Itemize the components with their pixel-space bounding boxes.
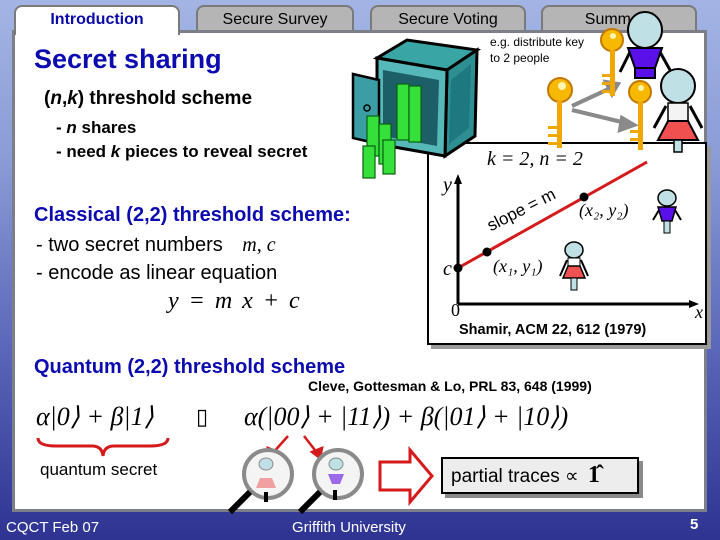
- quantum-secret-label: quantum secret: [40, 460, 158, 479]
- safe-icon: [351, 38, 482, 179]
- partial-traces-label: partial traces ∝: [451, 466, 579, 487]
- curly-brace-icon: [36, 437, 170, 457]
- tab-secure-survey[interactable]: Secure Survey: [196, 5, 354, 33]
- slide-title: Secret sharing: [34, 44, 222, 74]
- classical-bullet1-text: - two secret numbers: [36, 234, 223, 256]
- magnifier-illustration: [227, 435, 434, 515]
- bullet1-text: shares: [76, 118, 137, 137]
- classical-bullet1-vars: m, c: [242, 234, 276, 256]
- linear-equation: y = m x + c: [168, 288, 300, 314]
- arrow-icon: [571, 79, 639, 134]
- classical-heading: Classical (2,2) threshold scheme:: [34, 204, 351, 226]
- threshold-heading-k: k: [67, 88, 78, 109]
- classical-bullet-linear-equation: - encode as linear equation: [36, 262, 278, 284]
- person-pink-small-icon: [559, 241, 589, 291]
- key-main-icon: [547, 77, 573, 148]
- classical-bullet-secret-numbers: - two secret numbers m, c: [36, 234, 276, 257]
- threshold-heading-n: n: [50, 88, 62, 109]
- person-pink-icon: [652, 68, 704, 153]
- intercept-point: [453, 263, 463, 273]
- mapping-symbol: ▯: [196, 404, 209, 429]
- quantum-secret-state: α|0⟩ + β|1⟩: [36, 402, 154, 431]
- page-number: 5: [690, 516, 699, 533]
- magnifier-left-icon: [227, 448, 294, 515]
- threshold-heading: (n,k) threshold scheme: [44, 88, 252, 110]
- key-share1-icon: [600, 28, 624, 96]
- footer-left: CQCT Feb 07: [6, 519, 100, 536]
- key-distribution-illustration: [547, 11, 704, 153]
- share-point-2: [579, 192, 589, 202]
- bullet1-dash: -: [56, 118, 67, 137]
- key-share2-icon: [628, 80, 652, 150]
- bullet2-var: k: [110, 142, 121, 161]
- threshold-heading-suffix: ) threshold scheme: [77, 88, 253, 109]
- magnifier-right-icon: [297, 448, 364, 515]
- bullet-n-shares: - n shares: [56, 118, 136, 138]
- bullet2-text: pieces to reveal secret: [120, 142, 308, 161]
- tab-introduction[interactable]: Introduction: [14, 5, 180, 35]
- person-purple-icon: [618, 11, 672, 79]
- quantum-heading: Quantum (2,2) threshold scheme: [34, 356, 346, 378]
- bullet2-prefix: - need: [56, 142, 111, 161]
- implies-arrow-icon: [378, 445, 434, 507]
- identity-symbol: 1̂: [587, 462, 600, 488]
- partial-traces-box: partial traces ∝ 1̂: [441, 457, 639, 494]
- quantum-reference: Cleve, Gottesman & Lo, PRL 83, 648 (1999…: [308, 378, 592, 394]
- bullet-k-pieces: - need k pieces to reveal secret: [56, 142, 307, 162]
- bullet1-var: n: [66, 118, 77, 137]
- share-point-1: [482, 247, 492, 257]
- person-purple-small-icon: [652, 189, 682, 234]
- x-axis-arrow: [689, 300, 699, 308]
